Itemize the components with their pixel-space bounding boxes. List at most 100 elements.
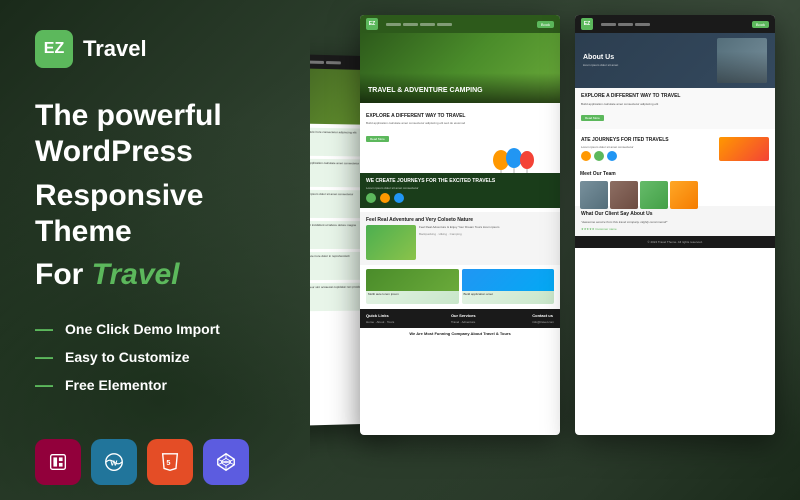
feature-dash-3: — — [35, 376, 53, 394]
screen-right-explore: EXPLORE A DIFFERENT WAY TO TRAVEL Build … — [575, 88, 775, 129]
screen-main-explore-text: Build application calculate amet consect… — [366, 121, 554, 125]
feature-label-1: One Click Demo Import — [65, 321, 220, 337]
mockup-container: EZ Blogs Mollit aute irure — [310, 0, 800, 500]
screen-main-explore-section: EXPLORE A DIFFERENT WAY TO TRAVEL Build … — [366, 109, 554, 148]
svg-text:5: 5 — [166, 458, 170, 467]
screen-right-review-stars: ★★★★★ Customer name — [581, 227, 769, 231]
screen-right-team-card-2 — [610, 181, 638, 209]
logo-text: Travel — [83, 36, 147, 62]
screen-main-nav-btn: Book — [537, 21, 554, 28]
for-prefix: For — [35, 258, 92, 291]
screen-right-review: What Our Client Say About Us "Awesome se… — [575, 206, 775, 236]
svg-text:W: W — [110, 459, 117, 468]
screen-main-footer-label-2: Our Services — [451, 313, 476, 318]
right-panel: EZ Blogs Mollit aute irure — [310, 0, 800, 500]
screen-right: EZ Book About Us lorem ipsum dolor sit a… — [575, 15, 775, 435]
screen-right-team-title: Meet Our Team — [580, 171, 770, 177]
screen-main-journeys-title: WE CREATE JOURNEYS FOR THE EXCITED TRAVE… — [366, 178, 554, 184]
screen-right-about-label: About Us — [583, 54, 717, 61]
main-heading-line2: Responsive Theme — [35, 178, 265, 250]
screen-main-body: EXPLORE A DIFFERENT WAY TO TRAVEL Build … — [360, 103, 560, 345]
screen-right-logo: EZ — [581, 18, 593, 30]
left-panel: EZ Travel The powerful WordPress Respons… — [0, 0, 300, 500]
screen-right-journey-img — [719, 137, 769, 161]
screen-right-team: Meet Our Team — [575, 166, 775, 206]
screen-main-footer-label-3: Contact us — [532, 313, 554, 318]
screen-card-2: Build application amet — [462, 269, 555, 304]
screen-right-journey: ATE JOURNEYS FOR ITED TRAVELS Lorem ipsu… — [575, 132, 775, 166]
screen-right-footer: © 2024 Travel Theme. All rights reserved… — [575, 236, 775, 248]
screen-right-explore-text: Build application calculate amet consect… — [581, 102, 769, 106]
screen-card-img-1 — [366, 269, 459, 291]
feature-list: — One Click Demo Import — Easy to Custom… — [35, 320, 265, 404]
screen-main-footer-col-3: Contact us info@travel.com — [532, 313, 554, 324]
content-wrapper: EZ Travel The powerful WordPress Respons… — [0, 0, 800, 500]
feature-item-1: — One Click Demo Import — [35, 320, 265, 338]
screen-right-team-cards — [580, 181, 770, 209]
screen-main-explore-btn[interactable]: Read More — [366, 136, 389, 142]
feature-item-3: — Free Elementor — [35, 376, 265, 394]
screen-main-footer-cols: Quick Links Home · About · Tours Our Ser… — [366, 313, 554, 324]
screen-main-adventure-text: Feel Real Adventure & Enjoy Your Dream T… — [419, 225, 554, 230]
screen-main-hero-text: TRAVEL & ADVENTURE CAMPING — [368, 86, 483, 95]
feature-label-3: Free Elementor — [65, 377, 167, 393]
screen-main-footer-col-1: Quick Links Home · About · Tours — [366, 313, 394, 324]
screen-main-nav-dots — [386, 23, 452, 26]
screen-card-text-1: Mollit aute lorem ipsum — [366, 291, 459, 299]
screen-main-balloon-area — [366, 148, 554, 173]
screen-main-adventure-section: Feel Real Adventure and Very Colseto Nat… — [360, 212, 560, 265]
screen-main-journeys-text: Lorem ipsum dolor sit amet consectetur — [366, 186, 554, 190]
screen-right-journey-icons — [581, 151, 715, 161]
screen-main-cards: Mollit aute lorem ipsum Build applicatio… — [366, 269, 554, 304]
screen-left-nav-dots — [310, 59, 341, 64]
feature-dash-1: — — [35, 320, 53, 338]
feature-dash-2: — — [35, 348, 53, 366]
screen-main-adventure-img — [366, 225, 416, 260]
codepen-icon — [203, 439, 249, 485]
screen-right-journey-desc: Lorem ipsum dolor sit amet consectetur — [581, 145, 715, 149]
wordpress-icon: W — [91, 439, 137, 485]
screen-main-funning-text: We Are Most Funning Company About Travel… — [366, 331, 554, 336]
main-heading-line1: The powerful WordPress — [35, 98, 265, 170]
screen-card-img-2 — [462, 269, 555, 291]
screen-right-team-card-1 — [580, 181, 608, 209]
screen-main-footer-text-1: Home · About · Tours — [366, 320, 394, 324]
screen-main-footer-text-3: info@travel.com — [532, 320, 554, 324]
screen-main-hero: TRAVEL & ADVENTURE CAMPING — [360, 33, 560, 103]
elementor-icon — [35, 439, 81, 485]
screen-main-journeys-section: WE CREATE JOURNEYS FOR THE EXCITED TRAVE… — [360, 173, 560, 208]
screen-right-footer-text: © 2024 Travel Theme. All rights reserved… — [581, 240, 769, 244]
screen-main-adventure-text-col: Feel Real Adventure & Enjoy Your Dream T… — [419, 225, 554, 260]
screen-main-adventure-title: Feel Real Adventure and Very Colseto Nat… — [366, 217, 554, 223]
main-heading-line3: For Travel — [35, 258, 265, 292]
travel-accent: Travel — [92, 258, 180, 291]
screen-main-progress-icons — [366, 193, 554, 203]
screen-main: EZ Book TRAVEL & ADVENTURE CAM — [360, 15, 560, 435]
tech-icons-row: W 5 — [35, 439, 265, 485]
html5-icon: 5 — [147, 439, 193, 485]
screen-right-explore-title: EXPLORE A DIFFERENT WAY TO TRAVEL — [581, 93, 769, 99]
screen-main-adventure-content: Feel Real Adventure & Enjoy Your Dream T… — [366, 225, 554, 260]
feature-label-2: Easy to Customize — [65, 349, 189, 365]
screen-main-footer-label-1: Quick Links — [366, 313, 394, 318]
screen-right-about-sub: lorem ipsum dolor sit amet — [583, 63, 717, 67]
logo-row: EZ Travel — [35, 30, 265, 68]
feature-item-2: — Easy to Customize — [35, 348, 265, 366]
screen-main-footer: Quick Links Home · About · Tours Our Ser… — [360, 309, 560, 328]
screen-main-adventure-sub: Backpacking · Hiking · Camping — [419, 232, 554, 236]
screen-card-text-2: Build application amet — [462, 291, 555, 299]
screen-main-navbar: EZ Book — [360, 15, 560, 33]
screen-right-nav-btn: Book — [752, 21, 769, 28]
screen-main-footer-col-2: Our Services Travel · Adventure — [451, 313, 476, 324]
screen-right-explore-btn[interactable]: Read More — [581, 115, 604, 121]
screen-right-about-hero: About Us lorem ipsum dolor sit amet — [575, 33, 775, 88]
screen-right-journey-text: ATE JOURNEYS FOR ITED TRAVELS Lorem ipsu… — [581, 137, 715, 161]
screen-right-nav-dots — [601, 23, 650, 26]
screen-right-review-text: "Awesome service from this travel compan… — [581, 220, 769, 225]
screen-main-funning: We Are Most Funning Company About Travel… — [366, 328, 554, 339]
screen-card-1: Mollit aute lorem ipsum — [366, 269, 459, 304]
screen-right-about-hero-text-wrap: About Us lorem ipsum dolor sit amet — [583, 54, 717, 67]
screen-main-footer-text-2: Travel · Adventure — [451, 320, 476, 324]
screen-main-logo: EZ — [366, 18, 378, 30]
screen-right-navbar: EZ Book — [575, 15, 775, 33]
